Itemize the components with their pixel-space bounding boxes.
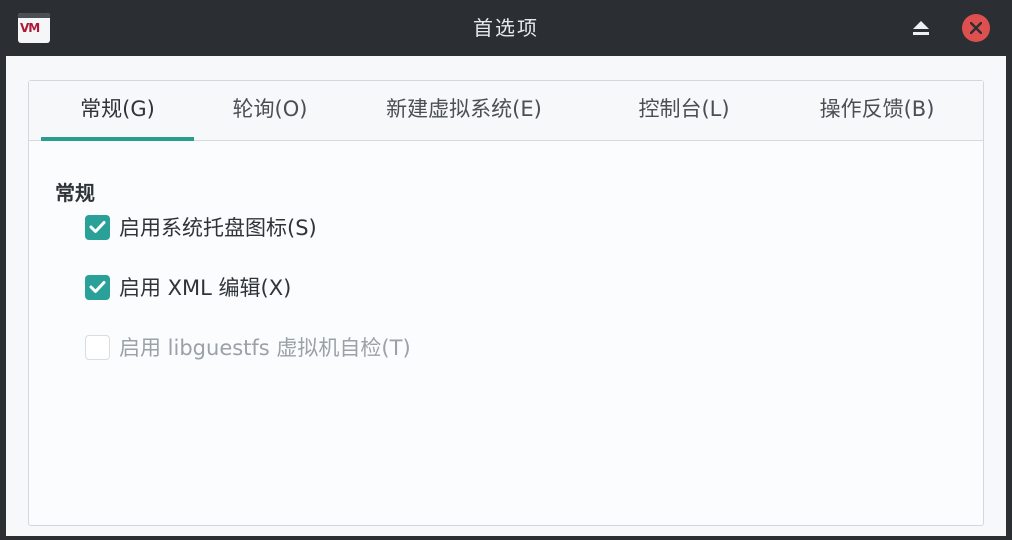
libguestfs-checkbox — [85, 335, 110, 360]
close-icon — [970, 22, 982, 34]
xml-editing-label: 启用 XML 编辑(X) — [119, 276, 292, 300]
active-tab-indicator — [41, 137, 194, 141]
system-tray-checkbox[interactable] — [85, 215, 110, 240]
libguestfs-label: 启用 libguestfs 虚拟机自检(T) — [119, 336, 411, 360]
tab-console[interactable]: 控制台(L) — [613, 81, 755, 141]
titlebar: VM 首选项 — [0, 0, 1012, 56]
tab-polling[interactable]: 轮询(O) — [199, 81, 341, 141]
system-tray-label: 启用系统托盘图标(S) — [119, 216, 317, 240]
tab-bar: 常规(G) 轮询(O) 新建虚拟系统(E) 控制台(L) 操作反馈(B) — [29, 81, 983, 141]
xml-editing-checkbox[interactable] — [85, 275, 110, 300]
checkmark-icon — [89, 221, 106, 233]
tab-feedback[interactable]: 操作反馈(B) — [787, 81, 967, 141]
shade-button[interactable] — [906, 14, 936, 42]
option-libguestfs-inspection: 启用 libguestfs 虚拟机自检(T) — [85, 333, 505, 363]
preferences-window: VM 首选项 常规(G) 轮询(O) 新建虚拟系统(E) 控制台(L) 操作反馈… — [0, 0, 1012, 540]
close-button[interactable] — [962, 14, 990, 42]
option-system-tray[interactable]: 启用系统托盘图标(S) — [85, 213, 405, 243]
option-xml-editing[interactable]: 启用 XML 编辑(X) — [85, 273, 365, 303]
eject-icon — [913, 21, 929, 29]
tab-general[interactable]: 常规(G) — [41, 81, 194, 141]
checkmark-icon — [89, 281, 106, 293]
window-title: 首选项 — [473, 16, 539, 40]
section-heading-general: 常规 — [55, 181, 95, 205]
dialog-content: 常规(G) 轮询(O) 新建虚拟系统(E) 控制台(L) 操作反馈(B) 常规 … — [6, 56, 1006, 536]
preferences-notebook: 常规(G) 轮询(O) 新建虚拟系统(E) 控制台(L) 操作反馈(B) 常规 … — [28, 80, 984, 526]
tab-new-vm[interactable]: 新建虚拟系统(E) — [357, 81, 571, 141]
